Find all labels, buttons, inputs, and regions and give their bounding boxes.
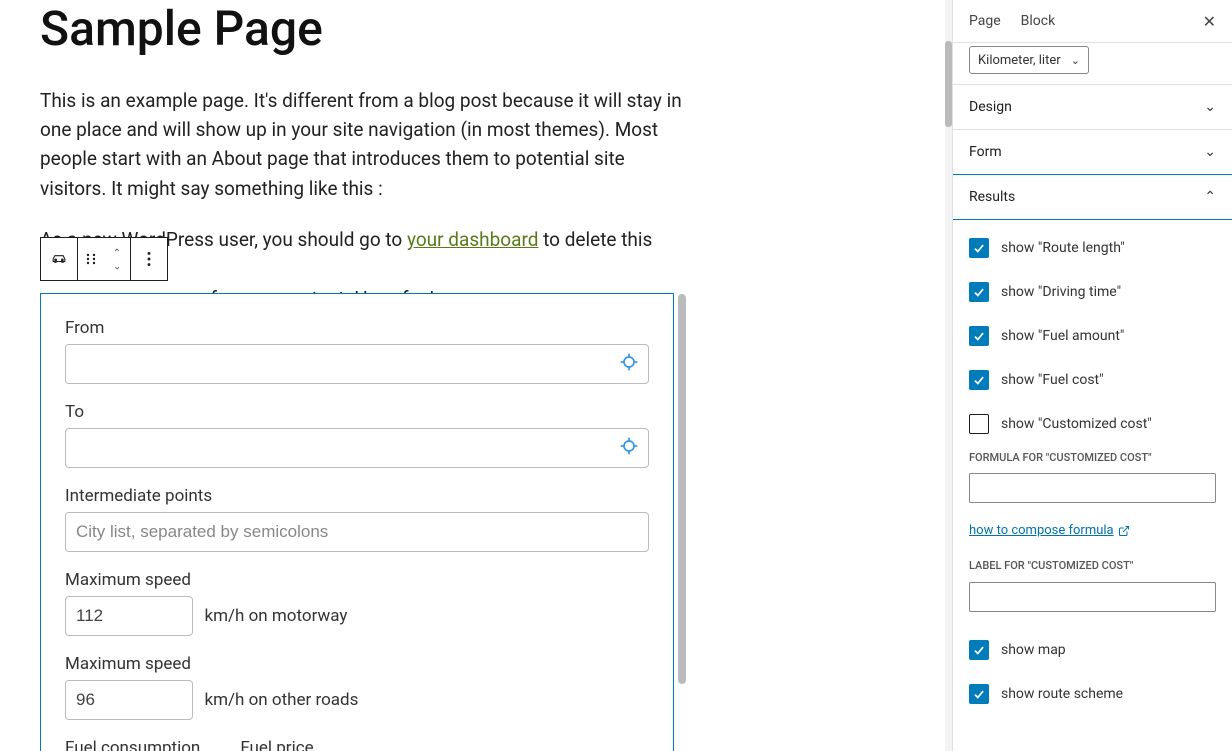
drag-handle[interactable] [78,238,104,280]
chevron-down-icon: ⌃ [113,259,121,269]
units-select[interactable]: Kilometer, liter ⌄ [969,46,1089,74]
car-icon [49,249,69,269]
panel-results-body: show "Route length" show "Driving time" … [953,220,1232,736]
from-label: From [65,318,649,338]
check-icon [972,329,986,343]
check-icon [972,285,986,299]
locate-icon[interactable] [619,436,639,460]
locate-icon[interactable] [619,352,639,376]
to-input[interactable] [65,428,649,468]
drag-icon [81,249,101,269]
speed1-unit: km/h on motorway [204,606,347,626]
from-input[interactable] [65,344,649,384]
checkbox-fuel-cost[interactable] [969,370,989,390]
label-custom-input[interactable] [969,582,1216,612]
editor-canvas: Sample Page This is an example page. It'… [0,0,953,751]
speed2-unit: km/h on other roads [204,690,358,710]
fuel-price-label: Fuel price [240,738,313,751]
sidebar-tabs: Page Block ✕ [953,0,1232,43]
check-icon [972,241,986,255]
more-vertical-icon [139,249,159,269]
formula-input[interactable] [969,473,1216,503]
chevron-up-icon: ⌃ [113,249,121,259]
speed-motorway-input[interactable] [65,596,193,636]
speed-other-input[interactable] [65,680,193,720]
dashboard-link[interactable]: your dashboard [407,228,538,251]
chevron-down-icon: ⌄ [1204,99,1216,115]
checkbox-show-route-scheme[interactable] [969,684,989,704]
checkbox-show-map[interactable] [969,640,989,660]
intermediate-input[interactable] [65,512,649,552]
fuel-consumption-label: Fuel consumption [65,738,200,751]
custom-cost-label: show "Customized cost" [1001,416,1152,432]
chevron-up-icon: ⌃ [1204,189,1216,205]
help-link[interactable]: how to compose formula [969,523,1130,538]
editor-scrollbar[interactable] [678,294,686,684]
panel-results-label: Results [969,189,1015,205]
close-sidebar-button[interactable]: ✕ [1195,8,1224,35]
checkbox-fuel-amount[interactable] [969,326,989,346]
help-link-text: how to compose formula [969,523,1114,538]
show-map-label: show map [1001,642,1066,658]
fuel-cost-label: show "Fuel cost" [1001,372,1104,388]
driving-time-label: show "Driving time" [1001,284,1121,300]
chevron-down-icon: ⌄ [1071,54,1080,67]
checkbox-custom-cost[interactable] [969,414,989,434]
to-label: To [65,402,649,422]
speed2-label: Maximum speed [65,654,649,674]
show-route-scheme-label: show route scheme [1001,686,1123,702]
move-buttons[interactable]: ⌃ ⌃ [104,238,130,280]
external-link-icon [1118,525,1130,537]
checkbox-route-length[interactable] [969,238,989,258]
settings-sidebar: Page Block ✕ Kilometer, liter ⌄ Design ⌄… [952,0,1232,751]
check-icon [972,643,986,657]
panel-design[interactable]: Design ⌄ [953,84,1232,129]
route-length-label: show "Route length" [1001,240,1125,256]
close-icon: ✕ [1203,12,1216,31]
tab-block[interactable]: Block [1021,0,1056,42]
main-scrollbar-thumb[interactable] [945,41,952,127]
checkbox-driving-time[interactable] [969,282,989,302]
page-title[interactable]: Sample Page [40,0,953,58]
more-options-button[interactable] [131,238,167,280]
chevron-down-icon: ⌄ [1204,144,1216,160]
panel-design-label: Design [969,99,1012,115]
check-icon [972,687,986,701]
block-toolbar: ⌃ ⌃ [40,237,168,281]
tab-page[interactable]: Page [969,0,1001,42]
fuel-amount-label: show "Fuel amount" [1001,328,1124,344]
intro-paragraph[interactable]: This is an example page. It's different … [40,86,690,204]
panel-form[interactable]: Form ⌄ [953,129,1232,174]
units-value: Kilometer, liter [978,53,1061,68]
panel-results[interactable]: Results ⌃ [952,174,1232,220]
speed1-label: Maximum speed [65,570,649,590]
formula-label: Formula for "Customized cost" [969,450,1216,465]
block-type-button[interactable] [41,238,77,280]
route-widget-block[interactable]: From To [40,293,674,751]
label-custom-label: Label for "Customized cost" [969,558,1216,573]
intermediate-label: Intermediate points [65,486,649,506]
check-icon [972,373,986,387]
panel-form-label: Form [969,144,1002,160]
